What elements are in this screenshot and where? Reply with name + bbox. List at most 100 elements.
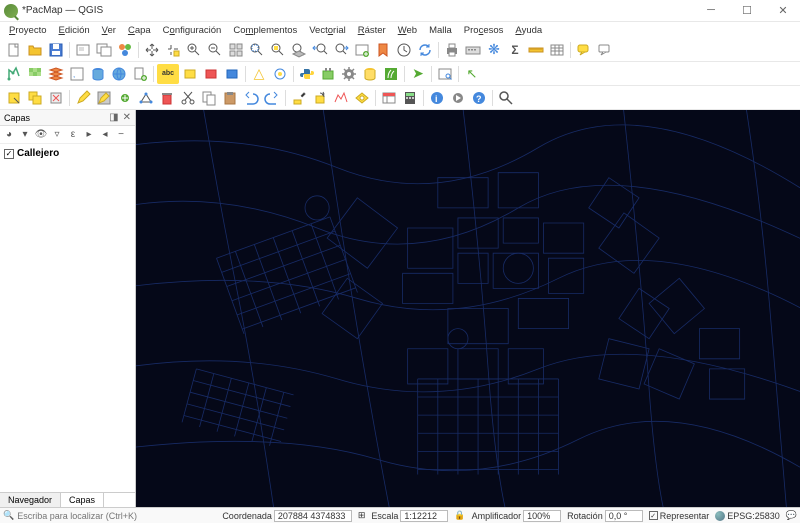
label-red-button[interactable] [201,64,221,84]
crs-label[interactable]: EPSG:25830 [727,511,780,521]
mag-value[interactable]: 100% [523,510,561,522]
temporal-button[interactable] [394,40,414,60]
action-button[interactable] [448,88,468,108]
zoom-last-button[interactable] [310,40,330,60]
maptips-button[interactable] [574,40,594,60]
tab-capas[interactable]: Capas [61,493,104,507]
panel-undock-button[interactable]: ◨ [109,112,118,123]
sigma-button[interactable]: Σ [505,40,525,60]
deselect-button[interactable] [46,88,66,108]
delete-selected-button[interactable] [157,88,177,108]
add-vector-button[interactable] [4,64,24,84]
style-manager-button[interactable] [115,40,135,60]
coord-value[interactable]: 207884 4374833 [274,510,352,522]
layer-collapse-icon[interactable]: ◂ [98,128,112,142]
keyboard-button[interactable] [463,40,483,60]
measure-button[interactable] [526,40,546,60]
open-project-button[interactable] [25,40,45,60]
python-button[interactable] [297,64,317,84]
db-manager-button[interactable] [360,64,380,84]
menu-raster[interactable]: Ráster [353,24,391,37]
layer-expand-icon[interactable]: ▸ [82,128,96,142]
add-wms-button[interactable] [109,64,129,84]
plugins-button[interactable] [318,64,338,84]
new-bookmark-button[interactable] [373,40,393,60]
open-table-button[interactable] [379,88,399,108]
grass-button[interactable] [381,64,401,84]
minimize-button[interactable]: ─ [698,4,724,17]
layer-add-group-icon[interactable]: ▾ [18,128,32,142]
simplify-button[interactable] [331,88,351,108]
panel-close-button[interactable]: ✕ [123,112,131,123]
annotation-button[interactable] [595,40,615,60]
zoom-next-button[interactable] [331,40,351,60]
new-vector-button[interactable] [130,64,150,84]
cut-button[interactable] [178,88,198,108]
help-run-button[interactable]: ? [469,88,489,108]
close-button[interactable]: ✕ [770,4,796,17]
field-calc-button[interactable] [400,88,420,108]
menu-ver[interactable]: Ver [97,24,121,37]
maximize-button[interactable]: ☐ [734,4,760,17]
messages-icon[interactable]: 💬 [786,510,797,521]
pan-selection-button[interactable] [163,40,183,60]
processing-button[interactable] [339,64,359,84]
paste-button[interactable] [220,88,240,108]
layer-visibility-icon[interactable]: 👁 [34,128,48,142]
menu-web[interactable]: Web [393,24,422,37]
menu-capa[interactable]: Capa [123,24,156,37]
menu-configuracion[interactable]: Configuración [158,24,227,37]
lock-icon[interactable]: 🔒 [454,510,465,521]
menu-proyecto[interactable]: Proyecto [4,24,52,37]
label-blue-button[interactable] [222,64,242,84]
edit-toggle-button[interactable] [73,88,93,108]
label-abc-button[interactable]: abc [157,64,179,84]
identify-button[interactable]: i [427,88,447,108]
select-feature-button[interactable] [4,88,24,108]
menu-vectorial[interactable]: Vectorial [304,24,350,37]
new-map-view-button[interactable] [352,40,372,60]
layer-item-callejero[interactable]: ✓ Callejero [4,148,131,159]
add-delimited-button[interactable]: , [67,64,87,84]
rotate-feat-button[interactable] [310,88,330,108]
tab-navegador[interactable]: Navegador [0,493,61,507]
print-button[interactable] [442,40,462,60]
refresh-button[interactable] [415,40,435,60]
menu-malla[interactable]: Malla [424,24,457,37]
rot-value[interactable]: 0,0 ° [605,510,643,522]
save-project-button[interactable] [46,40,66,60]
new-project-button[interactable] [4,40,24,60]
add-raster-button[interactable] [25,64,45,84]
table-button[interactable] [547,40,567,60]
add-feature-button[interactable] [115,88,135,108]
layer-style-icon[interactable]: ◕ [2,128,16,142]
zoom-full-button[interactable] [247,40,267,60]
copy-button[interactable] [199,88,219,108]
render-checkbox[interactable]: ✓ [649,511,658,520]
layer-tree[interactable]: ✓ Callejero [0,144,135,492]
menu-ayuda[interactable]: Ayuda [510,24,547,37]
pan-button[interactable] [142,40,162,60]
menu-procesos[interactable]: Procesos [459,24,509,37]
menu-edicion[interactable]: Edición [54,24,95,37]
layout-manager-button[interactable] [94,40,114,60]
add-ring-button[interactable] [352,88,372,108]
layer-expr-icon[interactable]: ε [66,128,80,142]
crs-icon[interactable] [715,511,725,521]
go2next-button[interactable]: ➤ [408,64,428,84]
new-layout-button[interactable] [73,40,93,60]
metasearch-button[interactable] [435,64,455,84]
add-mesh-button[interactable] [46,64,66,84]
zoom-native-button[interactable] [226,40,246,60]
decoration-button[interactable]: ❋ [484,40,504,60]
save-edits-button[interactable] [94,88,114,108]
menu-complementos[interactable]: Complementos [228,24,302,37]
extents-icon[interactable]: ⊞ [358,510,366,521]
select-all-button[interactable] [25,88,45,108]
layer-filter-icon[interactable]: ▿ [50,128,64,142]
topology-button[interactable] [270,64,290,84]
locator-input[interactable] [17,511,147,521]
zoom-out-button[interactable] [205,40,225,60]
map-canvas[interactable] [136,110,800,507]
label-yellow-button[interactable] [180,64,200,84]
